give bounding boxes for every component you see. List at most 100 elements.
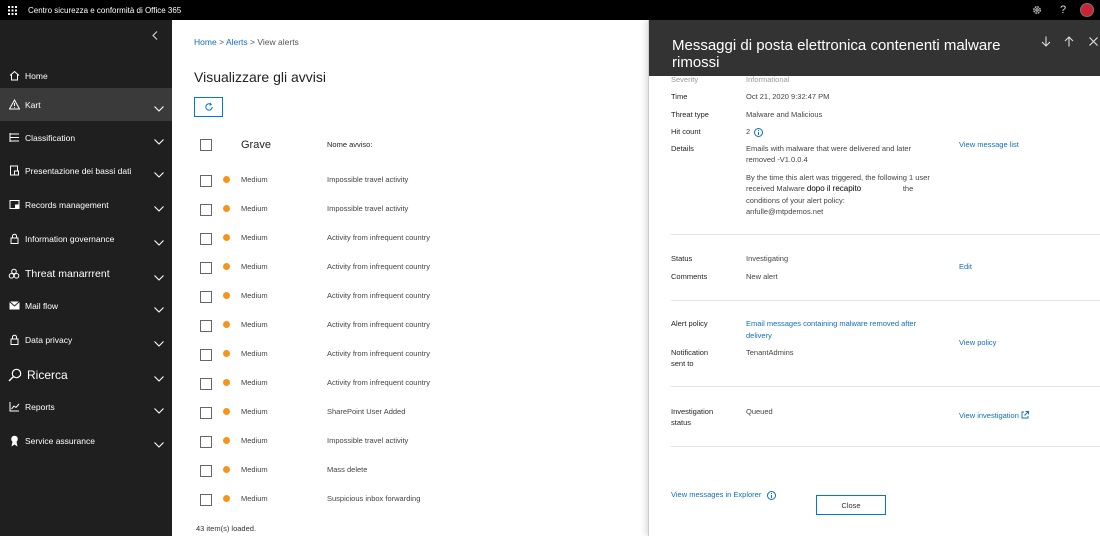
data-loss-icon	[8, 165, 20, 177]
help-icon[interactable]: ?	[1050, 0, 1076, 20]
column-header-severity[interactable]: Grave	[241, 139, 271, 151]
divider	[671, 446, 1100, 447]
row-checkbox[interactable]	[200, 378, 212, 390]
chevron-down-icon[interactable]	[154, 132, 164, 150]
severity-dot	[223, 466, 230, 473]
view-investigation-link[interactable]: View investigation	[959, 411, 1029, 420]
row-checkbox[interactable]	[200, 465, 212, 477]
info-icon[interactable]	[754, 127, 764, 137]
sidebar-item-alerts[interactable]: Kart	[0, 88, 172, 121]
info-icon[interactable]	[767, 490, 777, 500]
sidebar-item-records-management[interactable]: Records management	[0, 188, 172, 221]
sidebar-item-mail-flow[interactable]: Mail flow	[0, 289, 172, 322]
translated-overlay-text: dopo il recapito	[806, 184, 862, 193]
chevron-down-icon[interactable]	[154, 99, 164, 117]
row-checkbox[interactable]	[200, 262, 212, 274]
table-row[interactable]: Medium Impossible travel activity	[172, 166, 648, 195]
chevron-down-icon[interactable]	[154, 300, 164, 318]
view-policy-link[interactable]: View policy	[959, 338, 996, 347]
row-checkbox[interactable]	[200, 291, 212, 303]
alert-name-cell: Mass delete	[327, 465, 368, 474]
alert-policy-link-line-1[interactable]: Email messages containing malware remove…	[746, 318, 916, 329]
row-checkbox[interactable]	[200, 320, 212, 332]
alert-policy-link-line-2[interactable]: delivery	[746, 330, 772, 341]
details-para-text: the	[902, 184, 914, 193]
search-icon	[8, 368, 22, 382]
sidebar-item-search[interactable]: Ricerca	[0, 358, 172, 391]
row-checkbox[interactable]	[200, 407, 212, 419]
row-checkbox[interactable]	[200, 175, 212, 187]
row-checkbox[interactable]	[200, 349, 212, 361]
table-row[interactable]: Medium Activity from infrequent country	[172, 224, 648, 253]
sidebar-item-information-governance[interactable]: Information governance	[0, 222, 172, 255]
edit-link[interactable]: Edit	[959, 262, 972, 271]
table-row[interactable]: Medium Activity from infrequent country	[172, 369, 648, 398]
table-row[interactable]: Medium Activity from infrequent country	[172, 340, 648, 369]
breadcrumb-alerts-link[interactable]: Alerts	[226, 37, 248, 47]
severity-cell: Medium	[241, 320, 268, 329]
sidebar: Home Kart Classification Presentazione d…	[0, 20, 172, 536]
breadcrumb-separator: >	[250, 37, 256, 47]
sidebar-item-label: Threat manarrrent	[25, 267, 110, 280]
chevron-down-icon[interactable]	[154, 401, 164, 419]
chevron-down-icon[interactable]	[154, 268, 164, 286]
table-row[interactable]: Medium SharePoint User Added	[172, 398, 648, 427]
table-row[interactable]: Medium Activity from infrequent country	[172, 253, 648, 282]
severity-dot	[223, 263, 230, 270]
row-checkbox[interactable]	[200, 204, 212, 216]
panel-title: Messaggi di posta elettronica contenenti…	[672, 37, 1001, 71]
table-row[interactable]: Medium Impossible travel activity	[172, 195, 648, 224]
sidebar-item-service-assurance[interactable]: Service assurance	[0, 424, 172, 457]
chevron-down-icon[interactable]	[154, 199, 164, 217]
chevron-down-icon[interactable]	[154, 165, 164, 183]
avatar[interactable]	[1080, 3, 1094, 17]
chevron-down-icon[interactable]	[154, 435, 164, 453]
previous-item-arrow-up-icon[interactable]	[1061, 33, 1077, 49]
severity-cell: Medium	[241, 407, 268, 416]
main-content: Home > Alerts > View alerts Visualizzare…	[172, 20, 648, 536]
details-label: Details	[671, 144, 694, 153]
app-title: Centro sicurezza e conformità di Office …	[28, 5, 182, 15]
refresh-button[interactable]	[194, 97, 223, 117]
row-checkbox[interactable]	[200, 494, 212, 506]
breadcrumb-home-link[interactable]: Home	[194, 37, 217, 47]
row-checkbox[interactable]	[200, 233, 212, 245]
collapse-sidebar-icon[interactable]	[152, 31, 158, 43]
severity-cell: Medium	[241, 465, 268, 474]
chevron-down-icon[interactable]	[154, 233, 164, 251]
threat-type-label: Threat type	[671, 110, 709, 119]
table-row[interactable]: Medium Activity from infrequent country	[172, 311, 648, 340]
sidebar-item-classification[interactable]: Classification	[0, 121, 172, 154]
details-para-text: received Malware	[746, 184, 805, 193]
view-messages-in-explorer-link[interactable]: View messages in Explorer	[671, 490, 777, 500]
table-row[interactable]: Medium Impossible travel activity	[172, 427, 648, 456]
sidebar-item-reports[interactable]: Reports	[0, 390, 172, 423]
severity-cell: Medium	[241, 233, 268, 242]
view-message-list-link[interactable]: View message list	[959, 140, 1019, 149]
next-item-arrow-down-icon[interactable]	[1038, 33, 1054, 49]
settings-icon[interactable]	[1024, 0, 1050, 20]
row-checkbox[interactable]	[200, 436, 212, 448]
table-row[interactable]: Medium Activity from infrequent country	[172, 282, 648, 311]
details-line-1: Emails with malware that were delivered …	[746, 144, 912, 153]
sidebar-item-threat-management[interactable]: Threat manarrrent	[0, 257, 172, 290]
severity-cell: Medium	[241, 291, 268, 300]
close-button[interactable]: Close	[816, 495, 886, 515]
chevron-down-icon[interactable]	[154, 334, 164, 352]
sidebar-item-data-privacy[interactable]: Data privacy	[0, 323, 172, 356]
alert-name-cell: Activity from infrequent country	[327, 262, 430, 271]
alert-name-cell: Activity from infrequent country	[327, 320, 430, 329]
severity-cell: Medium	[241, 494, 268, 503]
table-row[interactable]: Medium Suspicious inbox forwarding	[172, 485, 648, 514]
sidebar-item-data-loss-prevention[interactable]: Presentazione dei bassi dati	[0, 154, 172, 187]
severity-dot	[223, 379, 230, 386]
close-icon[interactable]	[1085, 33, 1100, 49]
app-launcher-waffle-icon[interactable]	[0, 0, 24, 20]
status-label: Status	[671, 254, 693, 263]
select-all-checkbox[interactable]	[200, 139, 212, 151]
table-row[interactable]: Medium Mass delete	[172, 456, 648, 485]
column-header-alert-name[interactable]: Nome avviso:	[327, 140, 372, 149]
sidebar-item-label: Information governance	[25, 233, 115, 244]
alert-name-cell: Suspicious inbox forwarding	[327, 494, 421, 503]
chevron-down-icon[interactable]	[154, 369, 164, 387]
